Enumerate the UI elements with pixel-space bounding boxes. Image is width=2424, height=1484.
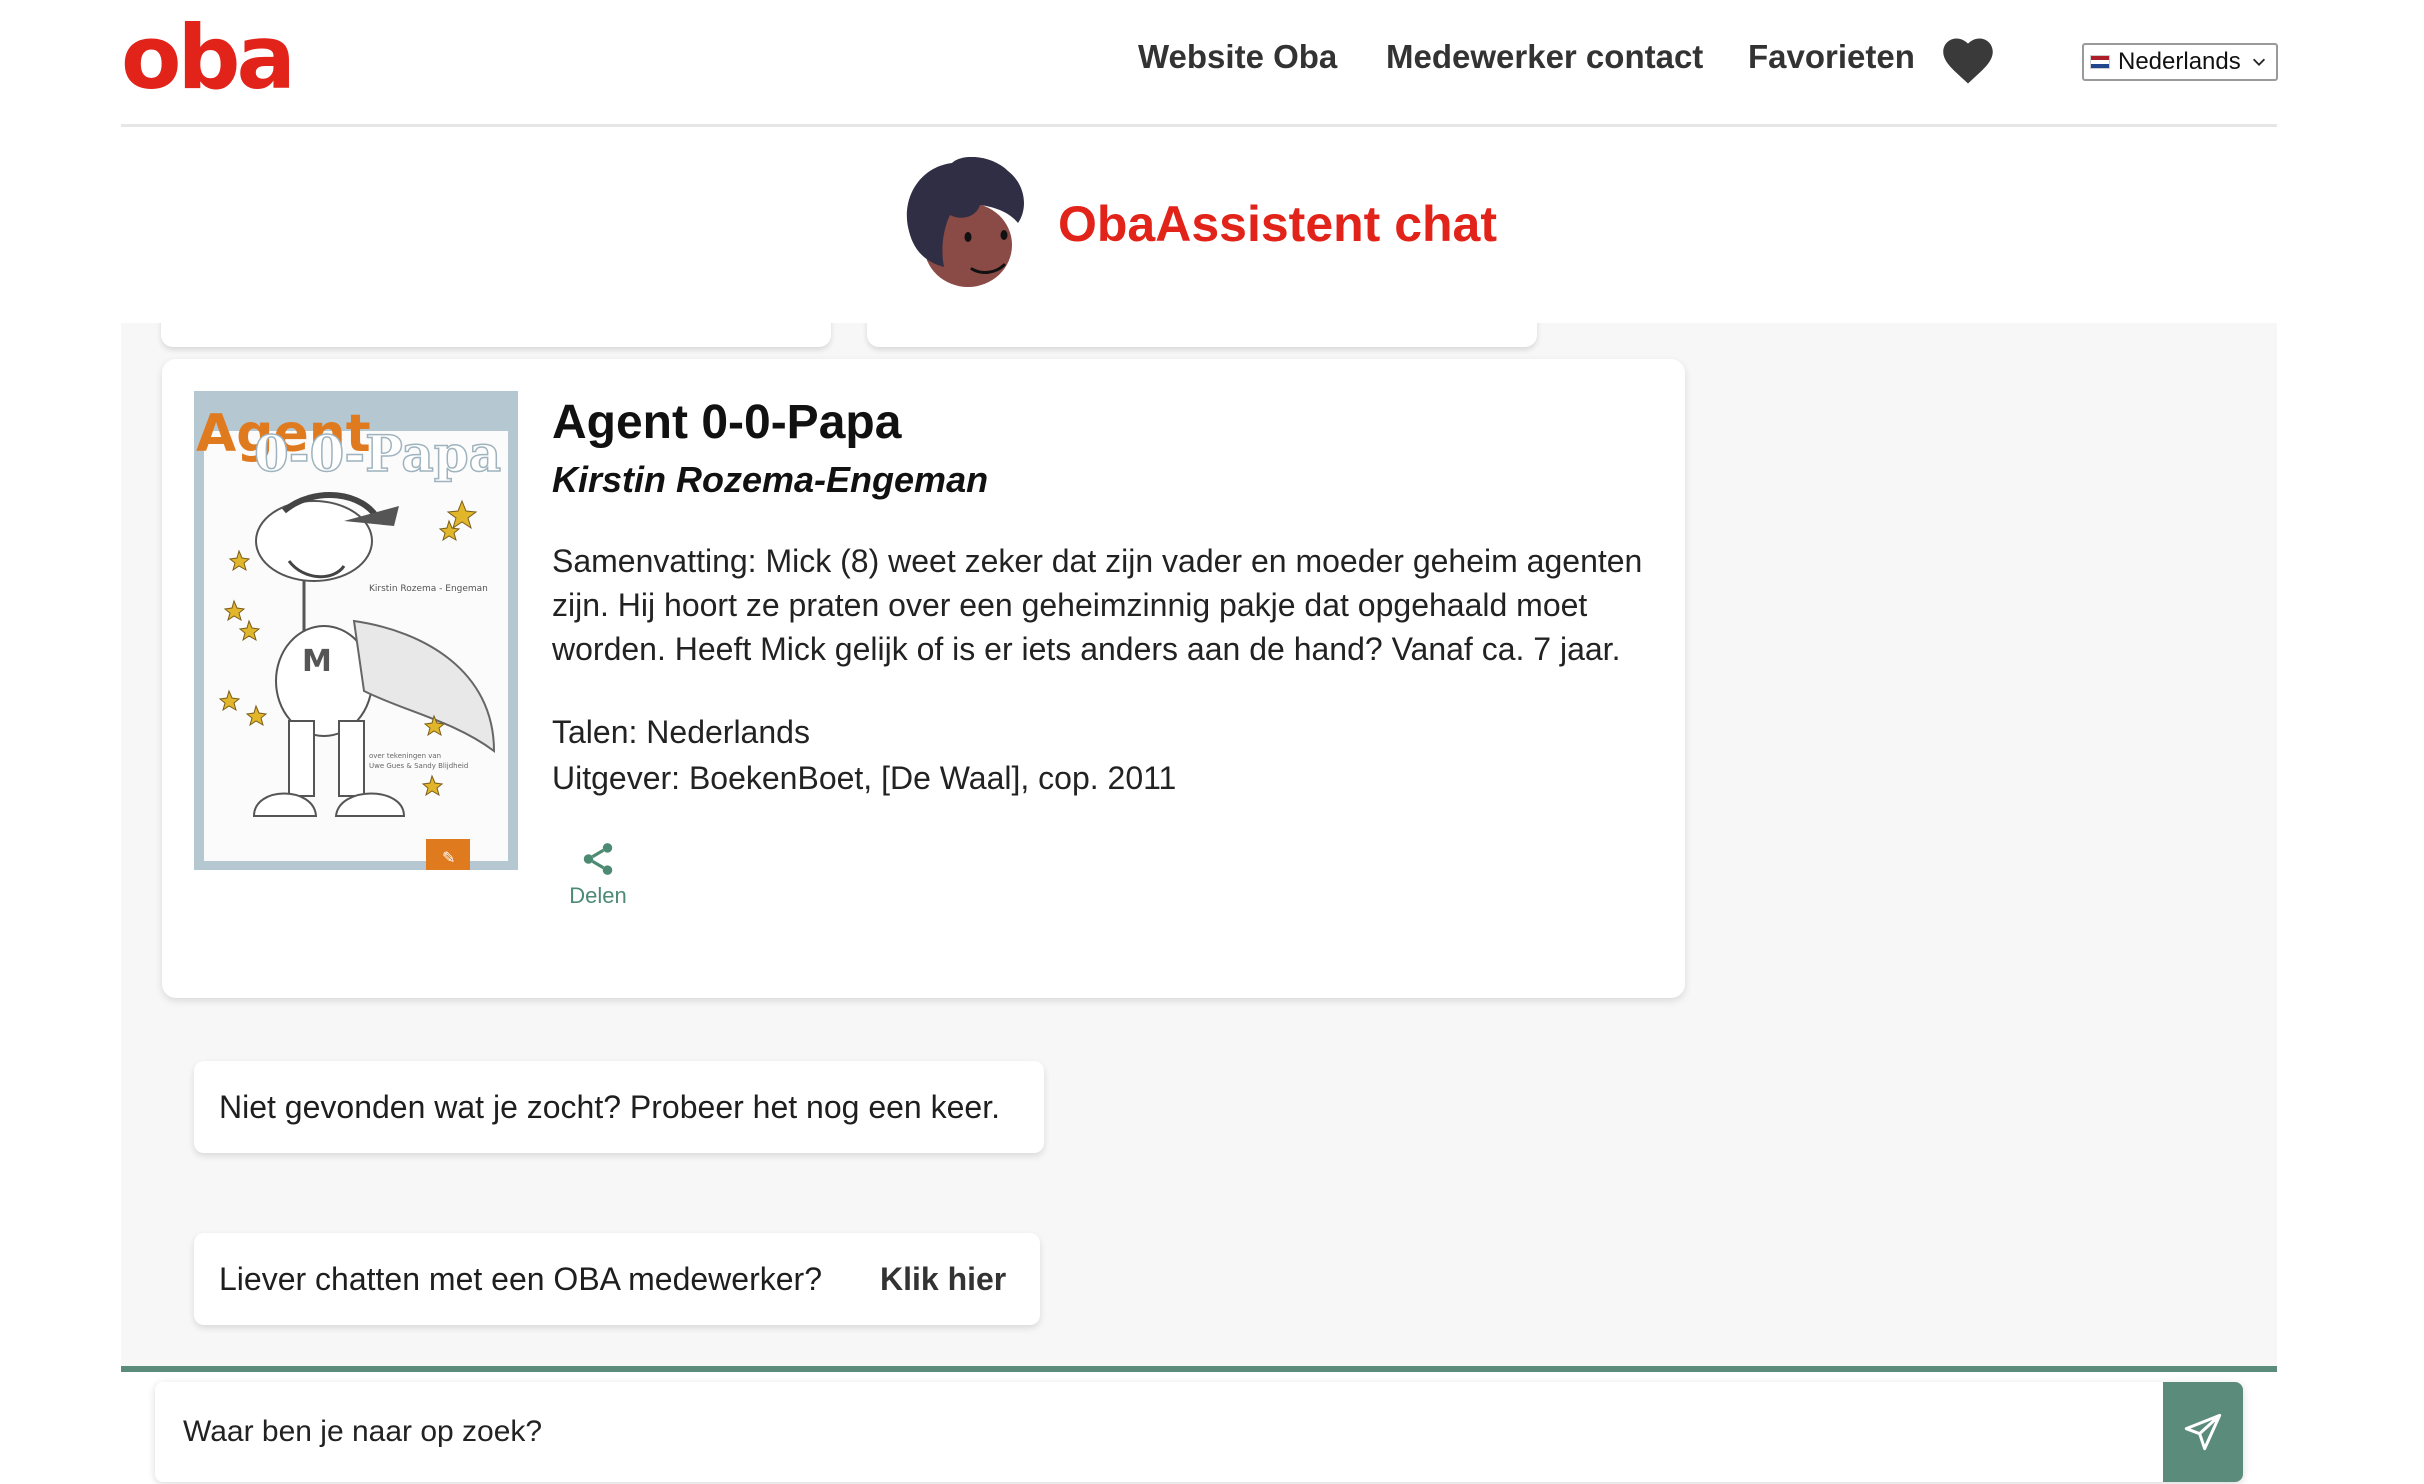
cover-title-papa: 0-0-Papa bbox=[254, 424, 501, 483]
svg-text:M: M bbox=[302, 644, 332, 679]
nav-website-oba[interactable]: Website Oba bbox=[1138, 38, 1337, 76]
nav-medewerker-contact[interactable]: Medewerker contact bbox=[1386, 38, 1703, 76]
chat-employee-text: Liever chatten met een OBA medewerker? bbox=[219, 1260, 822, 1297]
chevron-down-icon bbox=[2252, 58, 2266, 66]
input-bar bbox=[121, 1366, 2277, 1484]
not-found-text: Niet gevonden wat je zocht? Probeer het … bbox=[219, 1088, 1000, 1125]
book-cover-image[interactable]: Agent 0-0-Papa Kirstin Rozema - Engeman … bbox=[194, 391, 518, 870]
book-languages: Talen: Nederlands bbox=[552, 714, 810, 750]
heart-icon[interactable] bbox=[1941, 36, 1995, 86]
nav-favorieten[interactable]: Favorieten bbox=[1748, 38, 1915, 76]
not-found-message: Niet gevonden wat je zocht? Probeer het … bbox=[194, 1061, 1044, 1153]
chat-area: Agent 0-0-Papa Kirstin Rozema - Engeman … bbox=[121, 323, 2277, 1368]
book-meta: Talen: Nederlands Uitgever: BoekenBoet, … bbox=[552, 709, 1176, 801]
chat-header: ObaAssistent chat bbox=[900, 156, 1497, 291]
svg-text:✎: ✎ bbox=[442, 848, 455, 867]
cover-author: Kirstin Rozema - Engeman bbox=[369, 584, 488, 594]
previous-card bbox=[867, 323, 1537, 347]
oba-logo[interactable]: oba bbox=[121, 14, 296, 102]
book-publisher: Uitgever: BoekenBoet, [De Waal], cop. 20… bbox=[552, 760, 1177, 796]
book-card: Agent 0-0-Papa Kirstin Rozema - Engeman … bbox=[162, 359, 1685, 998]
click-here-link[interactable]: Klik hier bbox=[880, 1261, 1006, 1298]
share-icon bbox=[583, 843, 613, 875]
search-box bbox=[155, 1382, 2243, 1482]
previous-card bbox=[161, 323, 831, 347]
book-title[interactable]: Agent 0-0-Papa bbox=[552, 395, 901, 450]
chat-input[interactable] bbox=[155, 1382, 2131, 1482]
svg-text:Uwe Gues & Sandy Blijdheid: Uwe Gues & Sandy Blijdheid bbox=[369, 762, 468, 770]
language-label: Nederlands bbox=[2118, 48, 2241, 75]
header: oba Website Oba Medewerker contact Favor… bbox=[121, 0, 2278, 127]
send-icon bbox=[2184, 1413, 2222, 1451]
assistant-avatar bbox=[906, 156, 1024, 287]
send-button[interactable] bbox=[2163, 1382, 2243, 1482]
share-button[interactable]: Delen bbox=[562, 839, 634, 909]
chat-title: ObaAssistent chat bbox=[1058, 195, 1498, 252]
svg-text:over tekeningen van: over tekeningen van bbox=[369, 752, 441, 760]
share-label: Delen bbox=[569, 883, 627, 908]
language-select[interactable]: Nederlands bbox=[2082, 43, 2278, 81]
page: oba Website Oba Medewerker contact Favor… bbox=[0, 0, 2424, 1484]
dutch-flag-icon bbox=[2090, 55, 2110, 69]
book-author: Kirstin Rozema-Engeman bbox=[552, 459, 989, 500]
chat-employee-message: Liever chatten met een OBA medewerker? K… bbox=[194, 1233, 1040, 1325]
book-summary: Samenvatting: Mick (8) weet zeker dat zi… bbox=[552, 543, 1643, 667]
